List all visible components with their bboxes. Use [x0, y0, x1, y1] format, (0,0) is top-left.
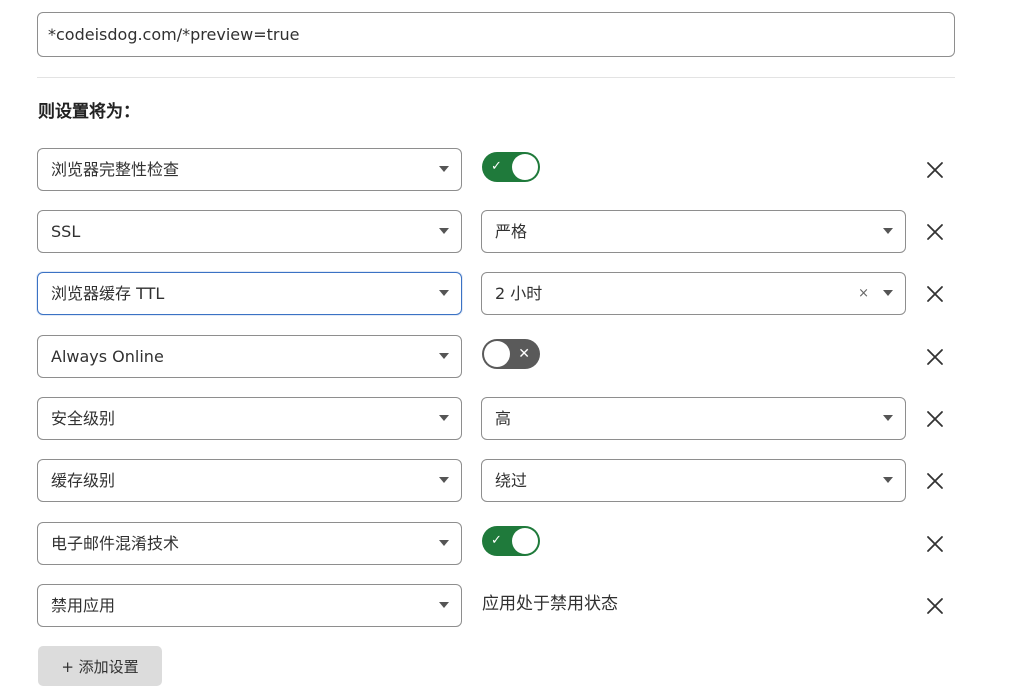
- setting-select[interactable]: 禁用应用: [37, 584, 462, 627]
- setting-select[interactable]: SSL: [37, 210, 462, 253]
- value-toggle[interactable]: ✓: [482, 526, 540, 556]
- setting-select[interactable]: 浏览器完整性检查: [37, 148, 462, 191]
- remove-rule-button[interactable]: [924, 408, 946, 430]
- chevron-down-icon: [883, 477, 893, 483]
- remove-rule-button[interactable]: [924, 346, 946, 368]
- value-toggle[interactable]: ✓: [482, 152, 540, 182]
- close-icon: [927, 411, 943, 427]
- close-icon: [927, 536, 943, 552]
- rule-row: 浏览器完整性检查 ✓: [0, 148, 1024, 192]
- setting-select[interactable]: 浏览器缓存 TTL: [37, 272, 462, 315]
- x-icon: ✕: [518, 346, 530, 362]
- setting-select-label: 缓存级别: [51, 471, 116, 490]
- rule-row: 禁用应用 应用处于禁用状态: [0, 584, 1024, 628]
- remove-rule-button[interactable]: [924, 221, 946, 243]
- chevron-down-icon: [439, 166, 449, 172]
- chevron-down-icon: [883, 290, 893, 296]
- chevron-down-icon: [883, 228, 893, 234]
- setting-select-label: Always Online: [51, 347, 164, 366]
- chevron-down-icon: [883, 415, 893, 421]
- remove-rule-button[interactable]: [924, 533, 946, 555]
- close-icon: [927, 286, 943, 302]
- setting-select-label: 浏览器完整性检查: [51, 160, 180, 179]
- rule-row: Always Online ✕: [0, 335, 1024, 379]
- chevron-down-icon: [439, 228, 449, 234]
- rule-row: 浏览器缓存 TTL 2 小时 ×: [0, 272, 1024, 316]
- check-icon: ✓: [491, 159, 502, 174]
- value-select[interactable]: 2 小时 ×: [481, 272, 906, 315]
- value-select-label: 2 小时: [495, 284, 543, 303]
- setting-select-label: 电子邮件混淆技术: [51, 534, 180, 553]
- rule-row: 安全级别 高: [0, 397, 1024, 441]
- rule-row: SSL 严格: [0, 210, 1024, 254]
- value-select-label: 绕过: [495, 471, 528, 490]
- toggle-knob: [484, 341, 510, 367]
- value-select[interactable]: 高: [481, 397, 906, 440]
- add-setting-button[interactable]: + 添加设置: [38, 646, 162, 686]
- setting-select-label: 浏览器缓存 TTL: [51, 284, 165, 303]
- remove-rule-button[interactable]: [924, 283, 946, 305]
- check-icon: ✓: [491, 533, 502, 548]
- toggle-knob: [512, 528, 538, 554]
- setting-select[interactable]: Always Online: [37, 335, 462, 378]
- setting-select[interactable]: 电子邮件混淆技术: [37, 522, 462, 565]
- rule-row: 电子邮件混淆技术 ✓: [0, 522, 1024, 566]
- close-icon: [927, 598, 943, 614]
- value-select[interactable]: 严格: [481, 210, 906, 253]
- value-select-label: 严格: [495, 222, 528, 241]
- value-static-text: 应用处于禁用状态: [482, 594, 618, 614]
- setting-select[interactable]: 缓存级别: [37, 459, 462, 502]
- close-icon: [927, 224, 943, 240]
- chevron-down-icon: [439, 353, 449, 359]
- chevron-down-icon: [439, 477, 449, 483]
- setting-select-label: 禁用应用: [51, 596, 116, 615]
- setting-select-label: SSL: [51, 222, 81, 241]
- value-select-label: 高: [495, 409, 512, 428]
- rules-list: 浏览器完整性检查 ✓ SSL 严格 浏览器缓存 TTL 2 小时 × Alway…: [0, 0, 1024, 688]
- value-select[interactable]: 绕过: [481, 459, 906, 502]
- close-icon: [927, 349, 943, 365]
- chevron-down-icon: [439, 290, 449, 296]
- remove-rule-button[interactable]: [924, 159, 946, 181]
- toggle-knob: [512, 154, 538, 180]
- value-toggle[interactable]: ✕: [482, 339, 540, 369]
- close-icon: [927, 162, 943, 178]
- close-icon: [927, 473, 943, 489]
- remove-rule-button[interactable]: [924, 470, 946, 492]
- remove-rule-button[interactable]: [924, 595, 946, 617]
- chevron-down-icon: [439, 602, 449, 608]
- setting-select[interactable]: 安全级别: [37, 397, 462, 440]
- rule-row: 缓存级别 绕过: [0, 459, 1024, 503]
- clear-icon[interactable]: ×: [858, 273, 869, 314]
- chevron-down-icon: [439, 415, 449, 421]
- chevron-down-icon: [439, 540, 449, 546]
- setting-select-label: 安全级别: [51, 409, 116, 428]
